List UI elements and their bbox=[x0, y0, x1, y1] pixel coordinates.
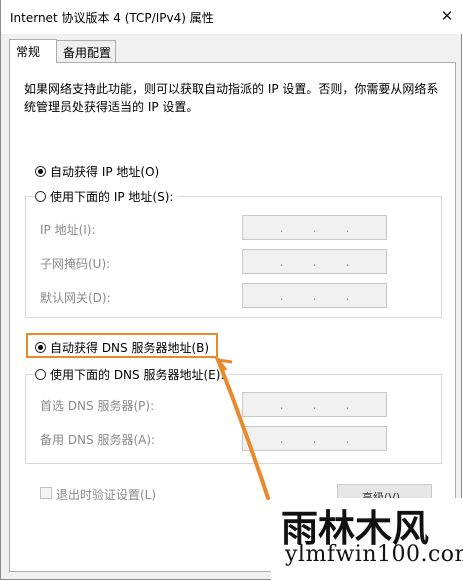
watermark-url: ylmfwin100.com bbox=[285, 542, 463, 567]
annotation-arrow bbox=[214, 357, 270, 500]
tab-general[interactable]: 常规 bbox=[9, 39, 57, 63]
